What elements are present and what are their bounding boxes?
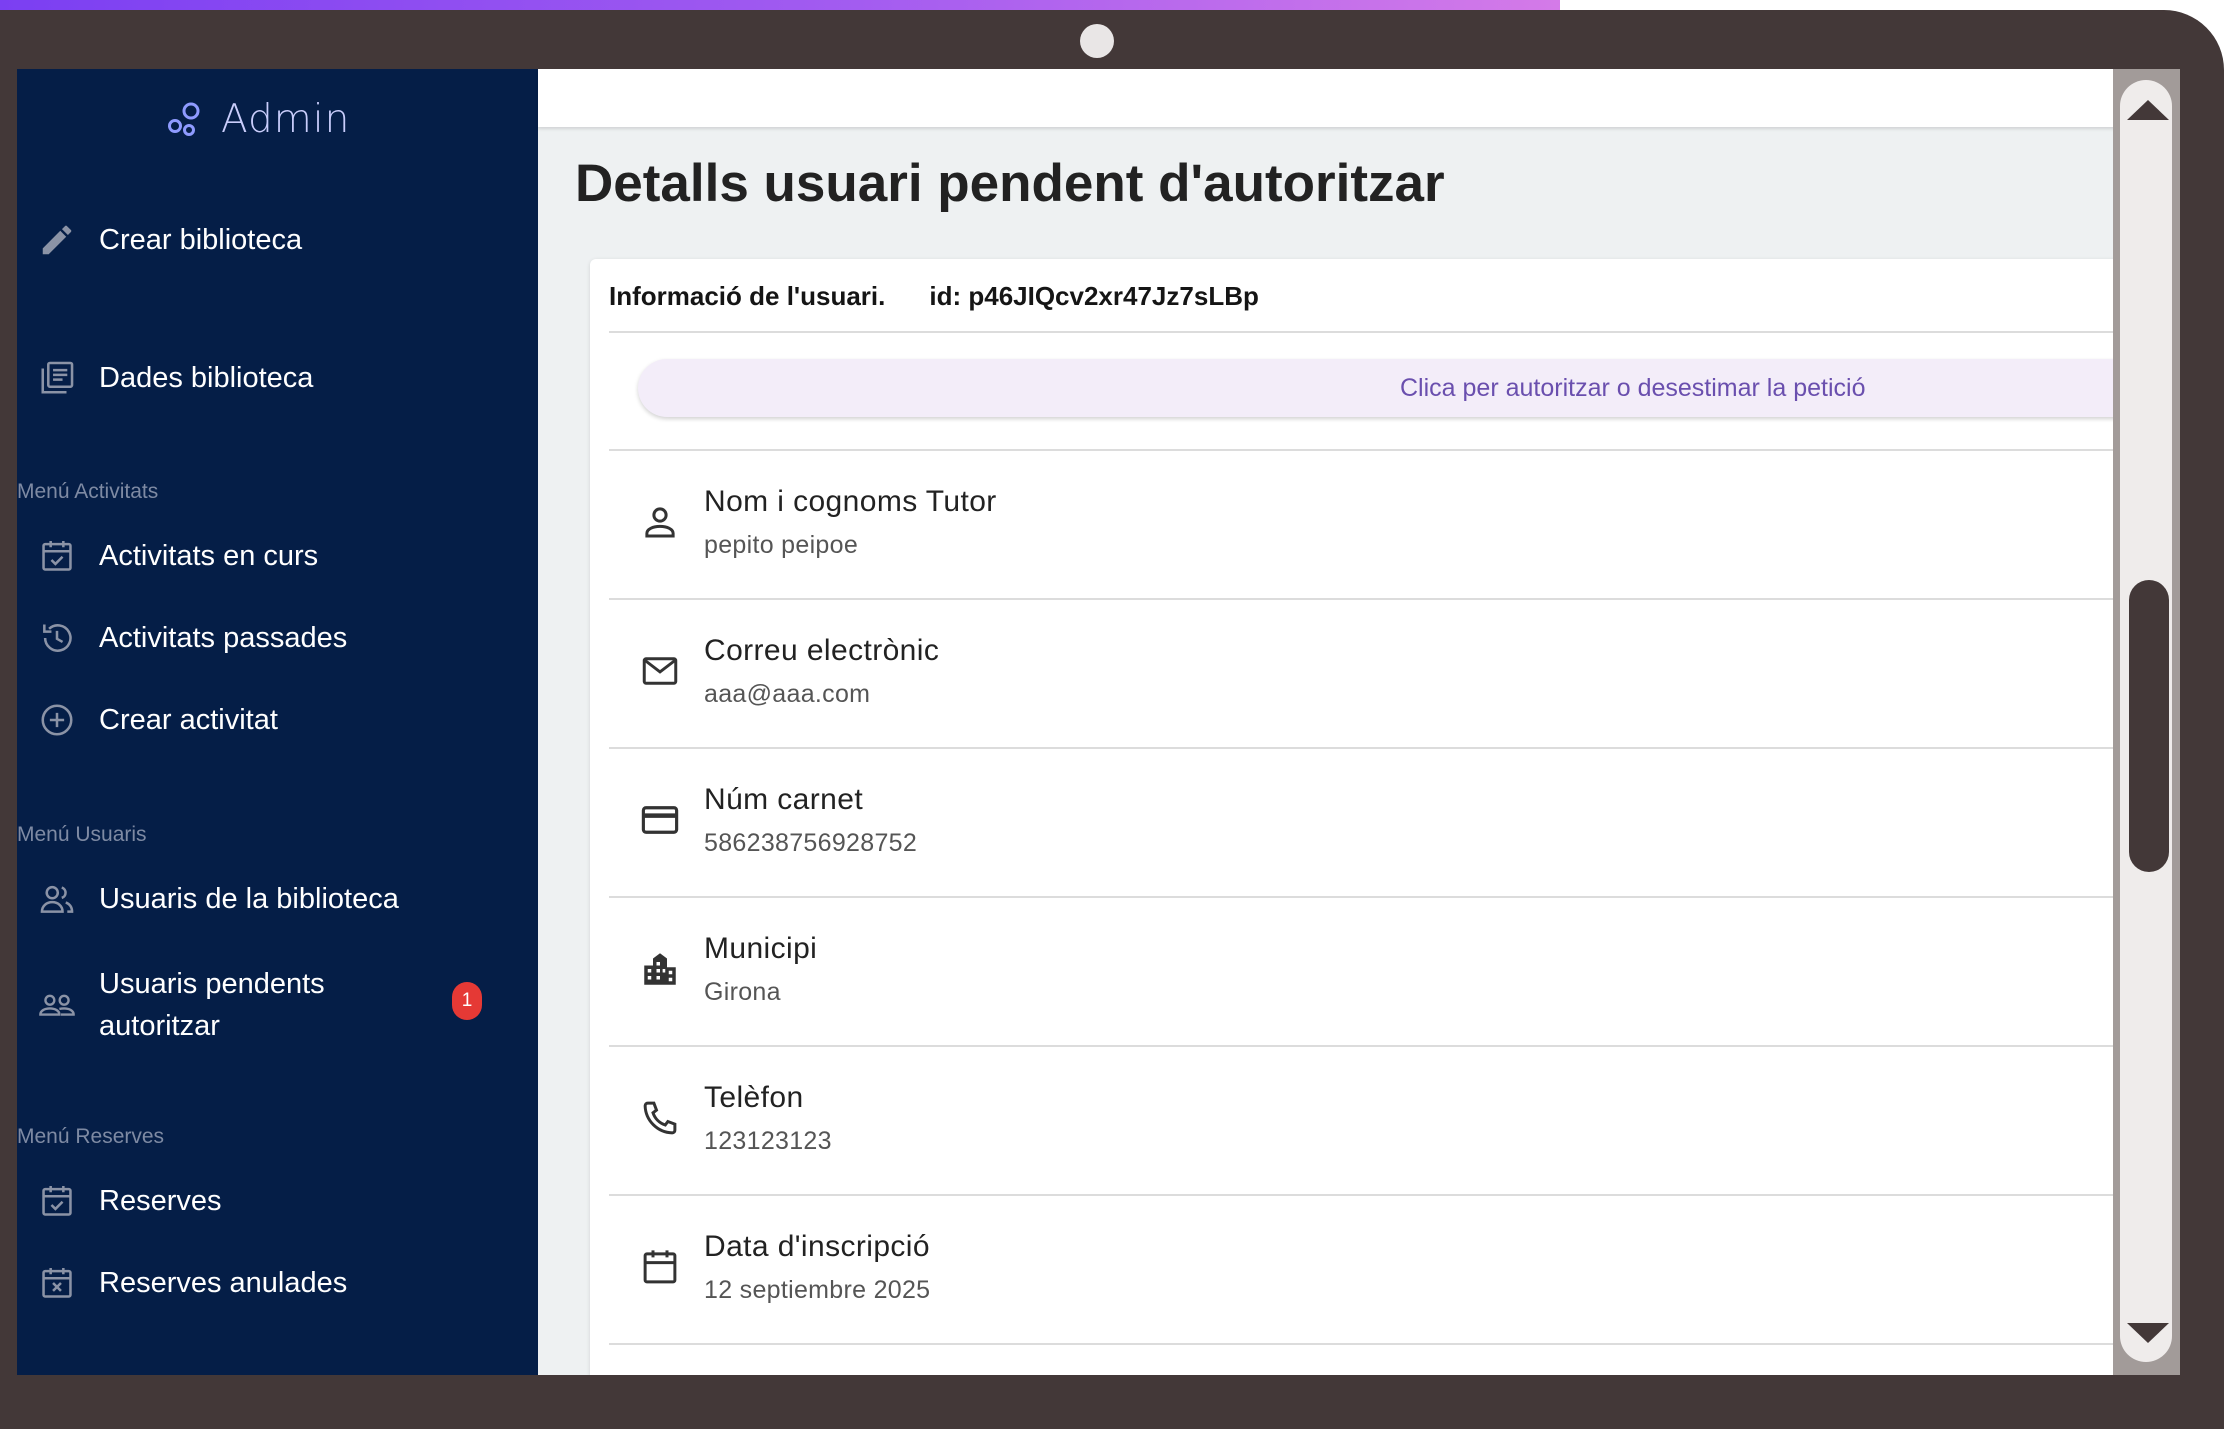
sidebar-item-label: Activitats passades xyxy=(99,622,348,654)
sidebar-item-label: Crear biblioteca xyxy=(99,224,303,256)
scrollbar-thumb[interactable] xyxy=(2129,580,2169,872)
city-icon xyxy=(639,948,681,990)
sidebar-item-label: Dades biblioteca xyxy=(99,362,314,394)
group-icon xyxy=(37,879,77,919)
pencil-icon xyxy=(37,220,77,260)
sidebar-item-activitats-en-curs[interactable]: Activitats en curs xyxy=(37,526,318,586)
person-icon xyxy=(639,501,681,543)
logo-icon xyxy=(168,102,200,136)
camera-dot xyxy=(1080,24,1114,58)
field-label: Nom i cognoms Tutor xyxy=(704,485,997,518)
sidebar-item-label: Activitats en curs xyxy=(99,540,319,572)
field-value: 586238756928752 xyxy=(704,829,918,857)
sidebar-item-label: Crear activitat xyxy=(99,704,278,736)
field-row-phone: Telèfon 123123123 xyxy=(609,1045,2180,1194)
calendar-icon xyxy=(639,1246,681,1288)
sidebar-item-activitats-passades[interactable]: Activitats passades xyxy=(37,608,347,668)
phone-icon xyxy=(639,1097,681,1139)
history-icon xyxy=(37,618,77,658)
scroll-up-arrow-icon[interactable] xyxy=(2127,100,2169,120)
sidebar-item-reserves-anulades[interactable]: Reserves anulades xyxy=(37,1253,347,1313)
sidebar-item-usuaris-biblioteca[interactable]: Usuaris de la biblioteca xyxy=(37,869,399,929)
card-header-title: Informació de l'usuari. xyxy=(609,281,886,311)
user-details-card: Informació de l'usuari. id: p46JIQcv2xr47… xyxy=(590,259,2180,1375)
field-label: Correu electrònic xyxy=(704,634,940,667)
library-books-icon xyxy=(37,358,77,398)
sidebar-item-usuaris-pendents[interactable]: Usuaris pendents autoritzar xyxy=(37,961,389,1049)
field-value: pepito peipoe xyxy=(704,531,859,559)
field-label: Municipi xyxy=(704,932,818,965)
divider xyxy=(609,1343,2180,1345)
field-value: 12 septiembre 2025 xyxy=(704,1276,931,1304)
brand-label: Admin xyxy=(221,96,351,142)
field-row-card-number: Núm carnet 586238756928752 xyxy=(609,747,2180,896)
user-id: id: p46JIQcv2xr47Jz7sLBp xyxy=(929,281,1259,311)
field-value: Girona xyxy=(704,978,781,1006)
credit-card-icon xyxy=(639,799,681,841)
authorize-request-button[interactable]: Clica per autoritzar o desestimar la pet… xyxy=(638,359,2180,417)
event-available-icon xyxy=(37,536,77,576)
field-row-municipality: Municipi Girona xyxy=(609,896,2180,1045)
scroll-down-arrow-icon[interactable] xyxy=(2127,1323,2169,1343)
sidebar-item-reserves[interactable]: Reserves xyxy=(37,1171,222,1231)
field-value: aaa@aaa.com xyxy=(704,680,871,708)
app-screen: Admin Crear biblioteca Dades biblioteca … xyxy=(17,69,2180,1375)
field-row-tutor-name: Nom i cognoms Tutor pepito peipoe xyxy=(609,449,2180,598)
add-circle-icon xyxy=(37,700,77,740)
sidebar-item-dades-biblioteca[interactable]: Dades biblioteca xyxy=(37,348,313,408)
field-value: 123123123 xyxy=(704,1127,832,1155)
page-title: Detalls usuari pendent d'autoritzar xyxy=(575,154,1445,213)
sidebar-item-crear-activitat[interactable]: Crear activitat xyxy=(37,690,278,750)
brand[interactable]: Admin xyxy=(165,91,350,147)
sidebar-item-label: Usuaris pendents autoritzar xyxy=(99,968,325,1042)
event-available-icon xyxy=(37,1181,77,1221)
card-header: Informació de l'usuari. id: p46JIQcv2xr47… xyxy=(609,281,1259,312)
top-app-bar xyxy=(538,69,2180,127)
mail-icon xyxy=(639,650,681,692)
field-label: Data d'inscripció xyxy=(704,1230,930,1263)
section-label-reserves: Menú Reserves xyxy=(17,1125,165,1148)
field-label: Núm carnet xyxy=(704,783,864,816)
sidebar-item-label: Reserves anulades xyxy=(99,1267,348,1299)
event-busy-icon xyxy=(37,1263,77,1303)
authorize-request-label: Clica per autoritzar o desestimar la pet… xyxy=(1400,373,1866,402)
field-row-email: Correu electrònic aaa@aaa.com xyxy=(609,598,2180,747)
people-outline-icon xyxy=(37,985,77,1025)
field-label: Telèfon xyxy=(704,1081,804,1114)
section-label-activitats: Menú Activitats xyxy=(17,480,159,503)
pending-count-badge: 1 xyxy=(452,982,482,1020)
section-label-usuaris: Menú Usuaris xyxy=(17,823,147,846)
sidebar: Admin Crear biblioteca Dades biblioteca … xyxy=(17,69,538,1375)
divider xyxy=(609,331,2180,333)
sidebar-item-label: Reserves xyxy=(99,1185,222,1217)
field-row-registration-date: Data d'inscripció 12 septiembre 2025 xyxy=(609,1194,2180,1343)
sidebar-item-crear-biblioteca[interactable]: Crear biblioteca xyxy=(37,210,302,270)
sidebar-item-label: Usuaris de la biblioteca xyxy=(99,883,399,915)
